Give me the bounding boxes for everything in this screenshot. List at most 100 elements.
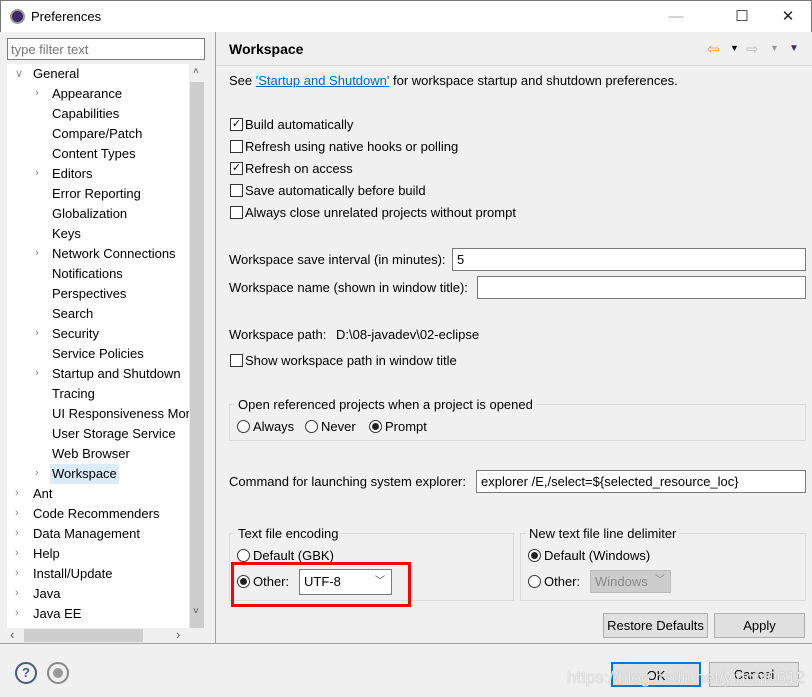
tree-item[interactable]: Service Policies bbox=[50, 344, 146, 364]
show-path-checkbox[interactable] bbox=[230, 354, 243, 367]
page-title: Workspace bbox=[229, 41, 304, 57]
tree-item[interactable]: Editors bbox=[50, 164, 94, 184]
horizontal-scroll-thumb[interactable] bbox=[24, 629, 143, 642]
delimiter-select: Windows ﹀ bbox=[590, 570, 671, 593]
explorer-command-input[interactable]: explorer /E,/select=${selected_resource_… bbox=[476, 470, 806, 493]
collapsed-chevron-icon[interactable]: › bbox=[35, 87, 39, 99]
view-menu-icon[interactable]: ▼ bbox=[789, 43, 799, 54]
workspace-name-input[interactable] bbox=[477, 276, 806, 299]
save-interval-input[interactable]: 5 bbox=[452, 248, 806, 271]
workspace-path-label: Workspace path: bbox=[229, 327, 327, 342]
explorer-label: Command for launching system explorer: bbox=[229, 474, 466, 489]
sash-divider[interactable] bbox=[215, 32, 216, 644]
startup-shutdown-link[interactable]: 'Startup and Shutdown' bbox=[256, 73, 390, 88]
collapsed-chevron-icon[interactable]: › bbox=[35, 247, 39, 259]
collapsed-chevron-icon[interactable]: › bbox=[15, 567, 19, 579]
forward-arrow-icon[interactable]: ⇨ bbox=[746, 40, 759, 58]
tree-item[interactable]: Notifications bbox=[50, 264, 125, 284]
eclipse-icon bbox=[10, 9, 25, 24]
collapsed-chevron-icon[interactable]: › bbox=[15, 587, 19, 599]
help-icon[interactable]: ? bbox=[15, 662, 37, 684]
tree-item[interactable]: Tracing bbox=[50, 384, 97, 404]
restore-defaults-button[interactable]: Restore Defaults bbox=[603, 613, 708, 638]
delimiter-other-radio[interactable] bbox=[528, 575, 541, 588]
forward-dropdown-icon[interactable]: ▼ bbox=[770, 43, 779, 53]
encoding-title: Text file encoding bbox=[235, 526, 342, 541]
tree-item[interactable]: Startup and Shutdown bbox=[50, 364, 183, 384]
checkbox-label: Refresh on access bbox=[245, 161, 353, 176]
minimize-button[interactable]: — bbox=[653, 5, 699, 29]
tree-item[interactable]: Data Management bbox=[31, 524, 142, 544]
checkbox-label: Always close unrelated projects without … bbox=[245, 205, 516, 220]
checkbox[interactable] bbox=[230, 206, 243, 219]
collapsed-chevron-icon[interactable]: › bbox=[35, 327, 39, 339]
prompt-radio[interactable] bbox=[369, 420, 382, 433]
collapsed-chevron-icon[interactable]: › bbox=[15, 507, 19, 519]
tree-item[interactable]: Perspectives bbox=[50, 284, 128, 304]
tree-item[interactable]: Security bbox=[50, 324, 101, 344]
checkbox[interactable] bbox=[230, 140, 243, 153]
preferences-tree: General ∨ Appearance › Capabilities Compare/P… bbox=[7, 64, 190, 628]
tree-item[interactable]: Code Recommenders bbox=[31, 504, 161, 524]
back-arrow-icon[interactable]: ⇦ bbox=[707, 40, 720, 58]
tree-item[interactable]: Java bbox=[31, 584, 62, 604]
tree-item[interactable]: Globalization bbox=[50, 204, 129, 224]
encoding-default-radio[interactable] bbox=[237, 549, 250, 562]
checkbox-label: Save automatically before build bbox=[245, 183, 426, 198]
watermark: https://blog.csdn.net/yinchl0612 bbox=[567, 668, 806, 687]
back-dropdown-icon[interactable]: ▼ bbox=[730, 43, 739, 53]
scroll-left-icon[interactable]: ‹ bbox=[10, 627, 14, 642]
checkbox[interactable]: ✓ bbox=[230, 118, 243, 131]
vertical-scroll-thumb[interactable] bbox=[190, 82, 204, 630]
intro-text: See 'Startup and Shutdown' for workspace… bbox=[229, 73, 678, 88]
delimiter-default-radio[interactable] bbox=[528, 549, 541, 562]
tree-item[interactable]: User Storage Service bbox=[50, 424, 178, 444]
tree-item[interactable]: General bbox=[31, 64, 81, 84]
delimiter-other-label: Other: bbox=[544, 574, 581, 589]
filter-input[interactable] bbox=[7, 38, 205, 60]
maximize-button[interactable]: ☐ bbox=[719, 5, 765, 29]
tree-item[interactable]: Content Types bbox=[50, 144, 138, 164]
intro-post: for workspace startup and shutdown prefe… bbox=[389, 73, 678, 88]
expanded-chevron-icon[interactable]: ∨ bbox=[15, 67, 23, 80]
tree-item[interactable]: Ant bbox=[31, 484, 55, 504]
collapsed-chevron-icon[interactable]: › bbox=[15, 527, 19, 539]
collapsed-chevron-icon[interactable]: › bbox=[35, 367, 39, 379]
scroll-down-icon[interactable]: ˅ bbox=[193, 606, 199, 617]
tree-item[interactable]: Network Connections bbox=[50, 244, 178, 264]
open-referenced-title: Open referenced projects when a project … bbox=[235, 397, 536, 412]
apply-button[interactable]: Apply bbox=[714, 613, 805, 638]
tree-item[interactable]: Java EE bbox=[31, 604, 83, 624]
tree-item[interactable]: Install/Update bbox=[31, 564, 115, 584]
checkbox-label: Refresh using native hooks or polling bbox=[245, 139, 459, 154]
always-radio[interactable] bbox=[237, 420, 250, 433]
collapsed-chevron-icon[interactable]: › bbox=[15, 607, 19, 619]
tree-item[interactable]: Help bbox=[31, 544, 62, 564]
intro-pre: See bbox=[229, 73, 256, 88]
collapsed-chevron-icon[interactable]: › bbox=[15, 547, 19, 559]
never-radio[interactable] bbox=[305, 420, 318, 433]
close-button[interactable]: ✕ bbox=[765, 5, 811, 29]
tree-item[interactable]: Web Browser bbox=[50, 444, 132, 464]
tree-item[interactable]: UI Responsiveness Mor bbox=[50, 404, 190, 424]
chevron-down-icon: ﹀ bbox=[655, 575, 665, 586]
collapsed-chevron-icon[interactable]: › bbox=[15, 487, 19, 499]
tree-item[interactable]: Error Reporting bbox=[50, 184, 143, 204]
collapsed-chevron-icon[interactable]: › bbox=[35, 167, 39, 179]
tree-item[interactable]: Search bbox=[50, 304, 95, 324]
tree-item[interactable]: Keys bbox=[50, 224, 83, 244]
scroll-up-icon[interactable]: ˄ bbox=[193, 66, 199, 77]
window-title: Preferences bbox=[31, 9, 102, 24]
checkbox[interactable]: ✓ bbox=[230, 162, 243, 175]
always-label: Always bbox=[253, 419, 295, 434]
checkbox[interactable] bbox=[230, 184, 243, 197]
tree-item[interactable]: Appearance bbox=[50, 84, 124, 104]
tree-item[interactable]: Compare/Patch bbox=[50, 124, 144, 144]
workspace-path-value: D:\08-javadev\02-eclipse bbox=[336, 327, 480, 342]
scroll-right-icon[interactable]: › bbox=[176, 627, 180, 642]
collapsed-chevron-icon[interactable]: › bbox=[35, 467, 39, 479]
oomph-record-icon[interactable] bbox=[47, 662, 69, 684]
tree-item[interactable]: Capabilities bbox=[50, 104, 121, 124]
never-label: Never bbox=[321, 419, 356, 434]
tree-item[interactable]: Workspace bbox=[50, 464, 119, 484]
